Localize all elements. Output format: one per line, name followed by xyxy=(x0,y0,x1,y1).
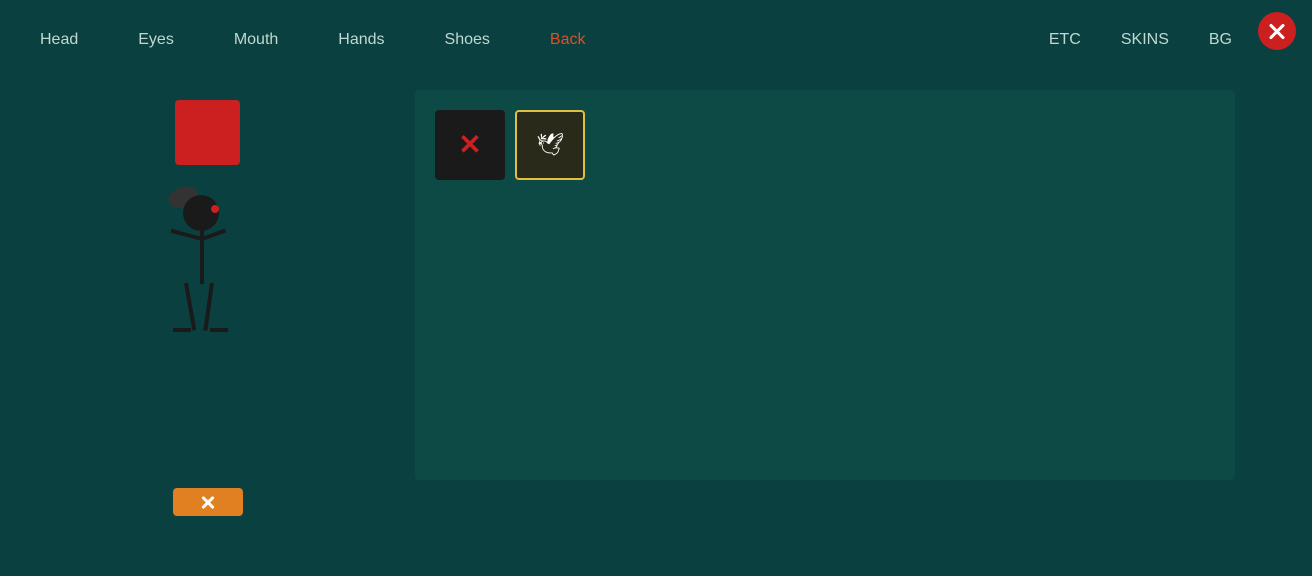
nav-bg[interactable]: BG xyxy=(1209,31,1232,49)
character-eye xyxy=(211,205,219,213)
nav-skins[interactable]: SKINS xyxy=(1121,31,1169,49)
color-swatch[interactable] xyxy=(175,100,240,165)
character-foot-left xyxy=(173,328,191,332)
items-panel: ✕ 🕊 xyxy=(415,90,1235,480)
nav-back[interactable]: Back xyxy=(550,31,586,49)
character-leg-right xyxy=(203,283,214,331)
left-panel xyxy=(0,80,415,576)
remove-button[interactable] xyxy=(173,488,243,516)
item-wings[interactable]: 🕊 xyxy=(515,110,585,180)
nav-etc[interactable]: ETC xyxy=(1049,31,1081,49)
character-foot-right xyxy=(210,328,228,332)
nav-mouth[interactable]: Mouth xyxy=(234,31,278,49)
character-preview xyxy=(148,195,268,355)
wing-icon: 🕊 xyxy=(536,132,564,158)
item-none[interactable]: ✕ xyxy=(435,110,505,180)
x-icon: ✕ xyxy=(458,131,481,159)
character-leg-left xyxy=(184,283,196,331)
close-button[interactable] xyxy=(1258,12,1296,50)
nav-shoes[interactable]: Shoes xyxy=(445,31,490,49)
right-navigation: ETC SKINS BG xyxy=(1049,0,1232,80)
nav-hands[interactable]: Hands xyxy=(338,31,384,49)
nav-head[interactable]: Head xyxy=(40,31,78,49)
nav-eyes[interactable]: Eyes xyxy=(138,31,174,49)
character-head xyxy=(183,195,219,231)
